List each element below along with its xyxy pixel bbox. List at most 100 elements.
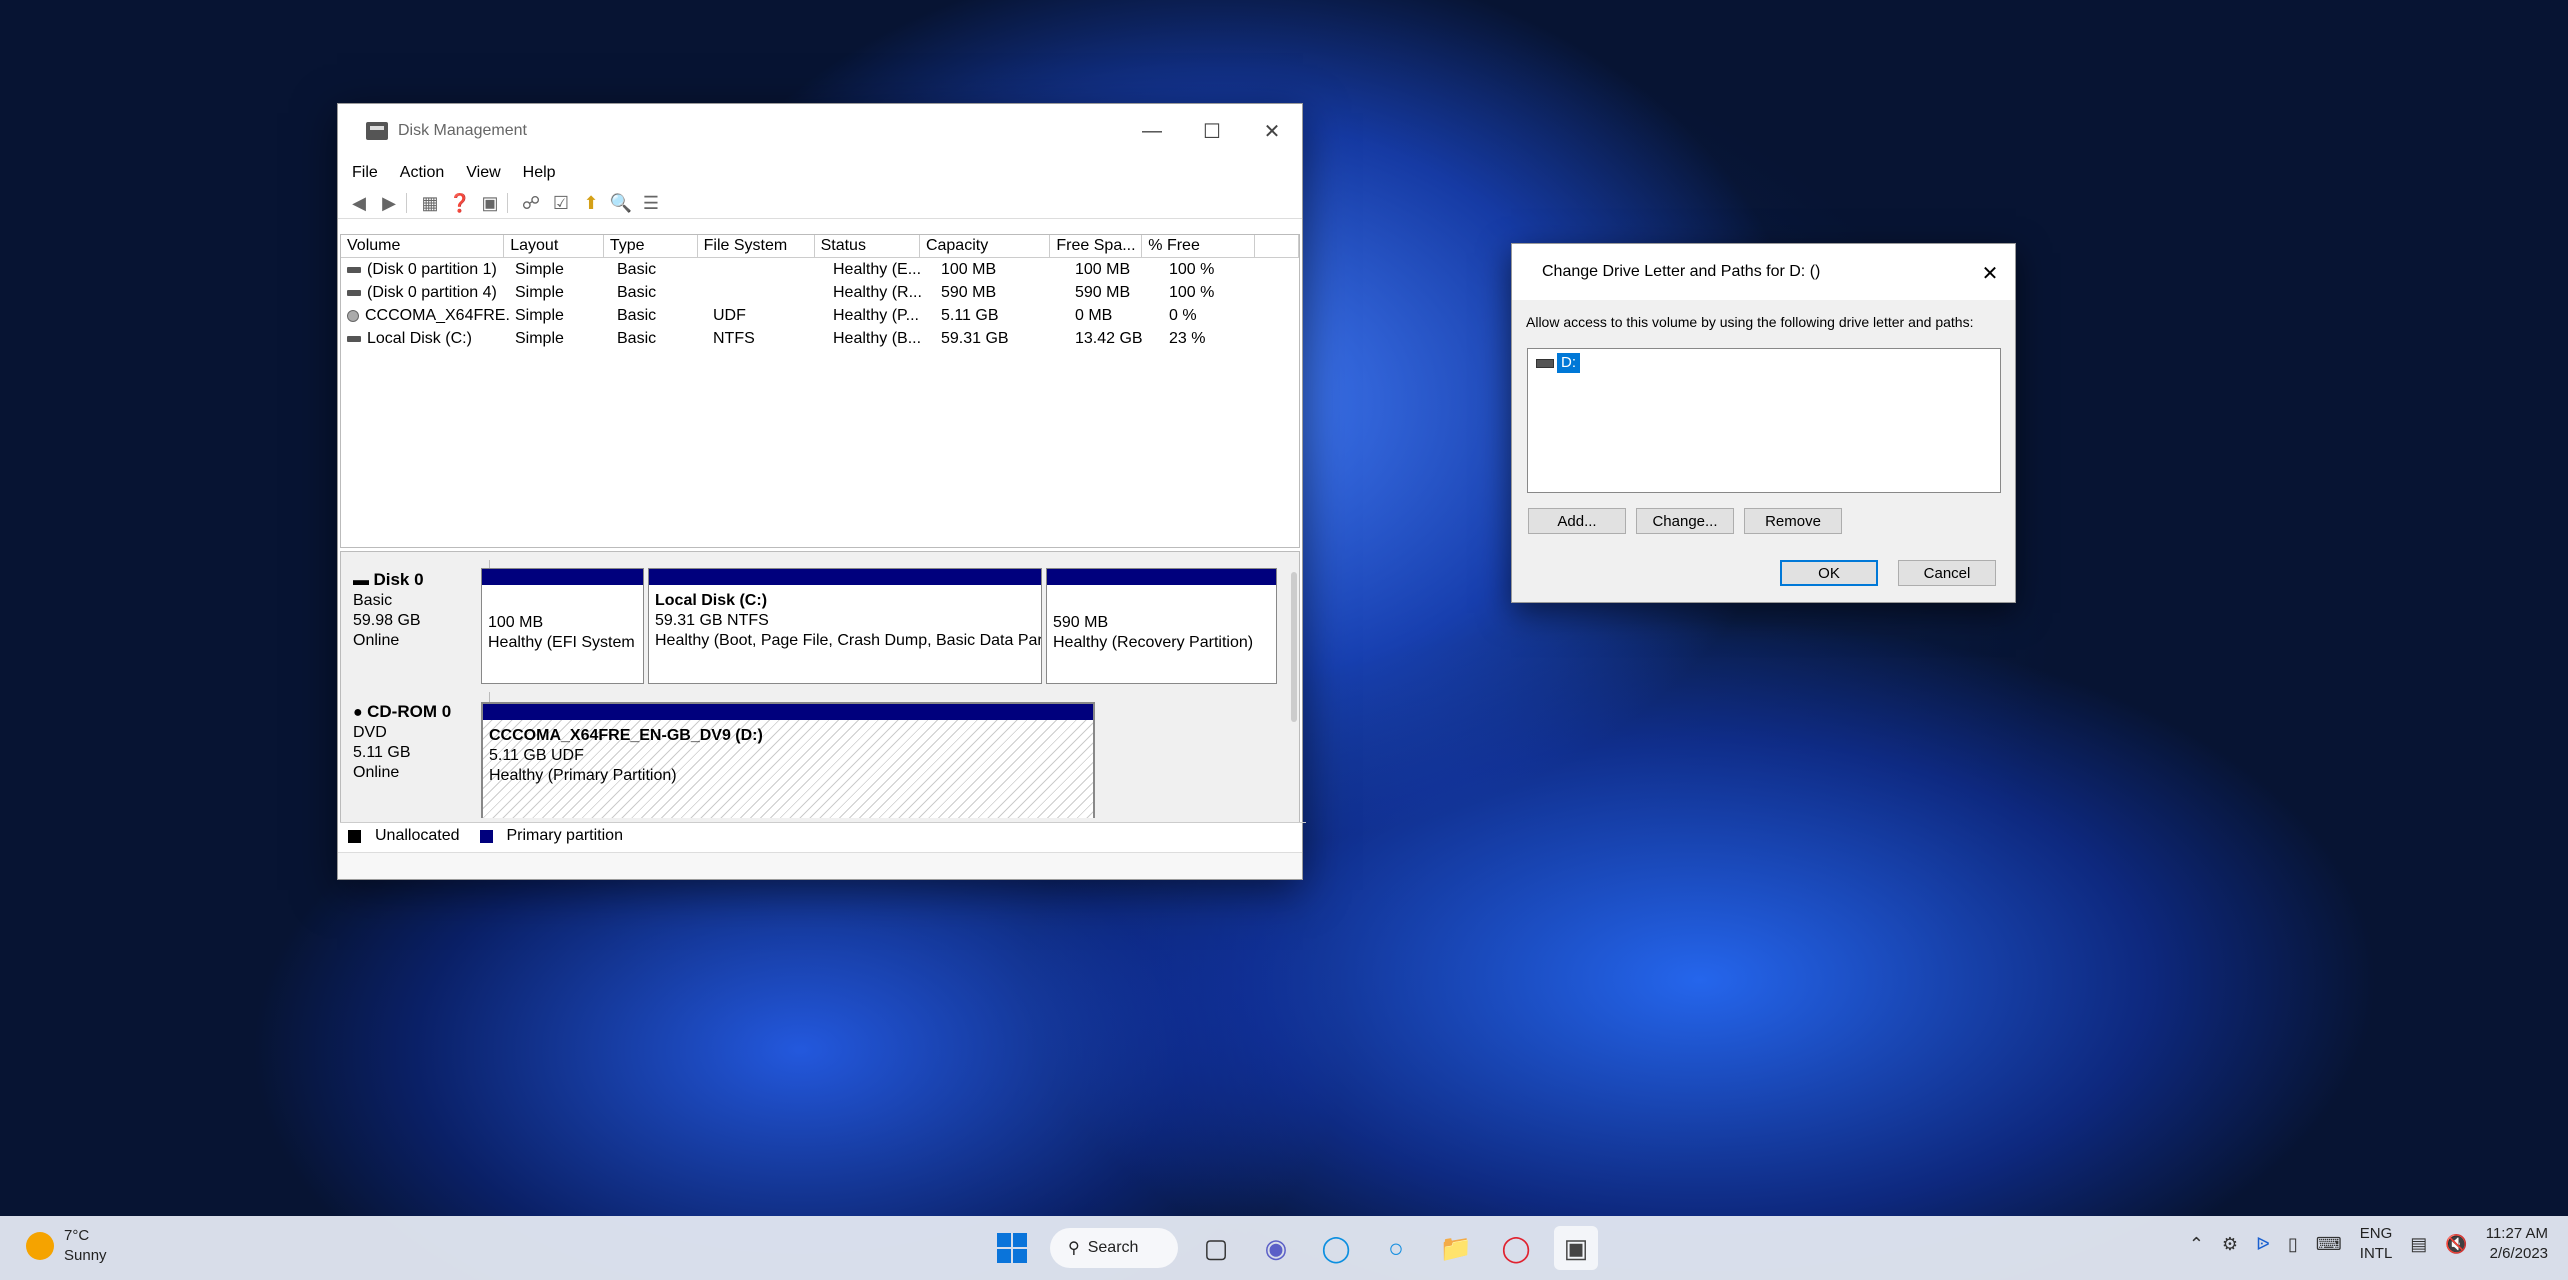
cortana-icon[interactable]: ○ xyxy=(1374,1226,1418,1270)
cell-free: 13.42 GB xyxy=(1075,330,1143,347)
disk-state: Online xyxy=(353,764,400,781)
column-empty xyxy=(1255,235,1300,257)
column-percent-free[interactable]: % Free xyxy=(1142,235,1256,257)
table-row[interactable]: (Disk 0 partition 4) Simple Basic Health… xyxy=(341,281,1299,304)
partition-local-disk-c[interactable]: Local Disk (C:) 59.31 GB NTFS Healthy (B… xyxy=(648,568,1042,684)
start-button[interactable] xyxy=(990,1226,1034,1270)
partition-recovery[interactable]: 590 MB Healthy (Recovery Partition) xyxy=(1046,568,1277,684)
file-explorer-icon[interactable]: 📁 xyxy=(1434,1226,1478,1270)
language-indicator[interactable]: ENG INTL xyxy=(2360,1224,2393,1264)
cell-fs: UDF xyxy=(713,307,746,324)
cd-drive-icon xyxy=(347,309,359,322)
keyboard-icon[interactable]: ⌨ xyxy=(2316,1234,2342,1255)
disk-size: 5.11 GB xyxy=(353,744,411,761)
disk-size: 59.98 GB xyxy=(353,612,421,629)
folder-up-icon[interactable]: ⬆ xyxy=(578,191,604,215)
back-icon[interactable]: ◀ xyxy=(346,191,372,215)
cell-free: 0 MB xyxy=(1075,307,1113,324)
help-icon[interactable]: ❓ xyxy=(447,191,473,215)
windows-logo-icon xyxy=(997,1233,1027,1263)
forward-icon[interactable]: ▶ xyxy=(376,191,402,215)
settings-list-icon[interactable]: ☰ xyxy=(638,191,664,215)
maximize-button[interactable]: ☐ xyxy=(1182,104,1242,158)
remove-button[interactable]: Remove xyxy=(1744,508,1842,534)
column-type[interactable]: Type xyxy=(604,235,698,257)
partition-size: 59.31 GB NTFS xyxy=(655,612,769,629)
lang-secondary: INTL xyxy=(2359,1245,2393,1262)
partition-cdrom-d[interactable]: CCCOMA_X64FRE_EN-GB_DV9 (D:) 5.11 GB UDF… xyxy=(481,702,1095,818)
volume-muted-icon[interactable]: 🔇 xyxy=(2445,1234,2467,1255)
menu-bar: File Action View Help xyxy=(338,158,1302,188)
column-status[interactable]: Status xyxy=(815,235,920,257)
add-button[interactable]: Add... xyxy=(1528,508,1626,534)
partition-status: Healthy (Boot, Page File, Crash Dump, Ba… xyxy=(655,632,1041,649)
table-row[interactable]: Local Disk (C:) Simple Basic NTFS Health… xyxy=(341,327,1299,350)
cell-free: 590 MB xyxy=(1075,284,1131,301)
task-view-icon[interactable]: ▢ xyxy=(1194,1226,1238,1270)
menu-file[interactable]: File xyxy=(352,164,378,182)
chevron-up-icon[interactable]: ⌃ xyxy=(2189,1234,2204,1255)
cell-type: Basic xyxy=(617,330,657,347)
dialog-titlebar[interactable]: Change Drive Letter and Paths for D: () … xyxy=(1512,244,2015,300)
menu-action[interactable]: Action xyxy=(400,164,444,182)
taskbar-search[interactable]: ⚲ Search xyxy=(1050,1228,1178,1268)
view-list-icon[interactable]: ▦ xyxy=(417,191,443,215)
edge-icon[interactable]: ◯ xyxy=(1314,1226,1358,1270)
dialog-prompt: Allow access to this volume by using the… xyxy=(1526,314,1974,330)
column-volume[interactable]: Volume xyxy=(341,235,505,257)
toolbar: ◀ ▶ ▦ ❓ ▣ ☍ ☑ ⬆ 🔍 ☰ xyxy=(338,188,1302,219)
partition-efi[interactable]: 100 MB Healthy (EFI System xyxy=(481,568,644,684)
properties-icon[interactable]: ▣ xyxy=(477,191,503,215)
cancel-button[interactable]: Cancel xyxy=(1898,560,1996,586)
bluetooth-icon[interactable]: ᐉ xyxy=(2256,1234,2270,1255)
search-folder-icon[interactable]: 🔍 xyxy=(608,191,634,215)
vertical-scrollbar[interactable] xyxy=(1291,572,1297,722)
clock[interactable]: 11:27 AM 2/6/2023 xyxy=(2486,1224,2548,1264)
clock-time: 11:27 AM xyxy=(2485,1225,2548,1242)
connect-icon[interactable]: ☍ xyxy=(518,191,544,215)
cell-volume: (Disk 0 partition 1) xyxy=(367,261,497,278)
change-button[interactable]: Change... xyxy=(1636,508,1734,534)
partition-bar xyxy=(1047,569,1276,585)
toolbar-separator xyxy=(507,193,514,213)
menu-view[interactable]: View xyxy=(466,164,500,182)
window-titlebar[interactable]: Disk Management — ☐ ✕ xyxy=(338,104,1302,158)
column-file-system[interactable]: File System xyxy=(698,235,815,257)
disk-name: CD-ROM 0 xyxy=(367,702,452,721)
column-capacity[interactable]: Capacity xyxy=(920,235,1051,257)
column-free-space[interactable]: Free Spa... xyxy=(1050,235,1143,257)
ok-button[interactable]: OK xyxy=(1780,560,1878,586)
drive-path-list[interactable]: D: xyxy=(1527,348,2001,493)
cell-type: Basic xyxy=(617,307,657,324)
check-icon[interactable]: ☑ xyxy=(548,191,574,215)
close-button[interactable]: ✕ xyxy=(1242,104,1302,158)
cell-capacity: 590 MB xyxy=(941,284,997,301)
cell-pct: 0 % xyxy=(1169,307,1197,324)
opera-icon[interactable]: ◯ xyxy=(1494,1226,1538,1270)
partition-name: Local Disk (C:) xyxy=(655,592,768,609)
table-row[interactable]: CCCOMA_X64FRE... Simple Basic UDF Health… xyxy=(341,304,1299,327)
usb-icon[interactable]: ▯ xyxy=(2288,1234,2298,1255)
disk-label[interactable]: ▬ Disk 0 Basic 59.98 GB Online xyxy=(341,560,490,684)
dialog-close-button[interactable]: ✕ xyxy=(1975,258,2005,288)
column-layout[interactable]: Layout xyxy=(504,235,604,257)
menu-help[interactable]: Help xyxy=(523,164,556,182)
minimize-button[interactable]: — xyxy=(1122,104,1182,158)
cell-free: 100 MB xyxy=(1075,261,1131,278)
sun-icon xyxy=(26,1232,54,1260)
disk-label[interactable]: ● CD-ROM 0 DVD 5.11 GB Online xyxy=(341,692,490,818)
system-tray: ⌃ ⚙ ᐉ ▯ ⌨ ENG INTL ▤ 🔇 11:27 AM 2/6/2023 xyxy=(2189,1224,2548,1264)
table-row[interactable]: (Disk 0 partition 1) Simple Basic Health… xyxy=(341,258,1299,281)
weather-widget[interactable]: 7°C Sunny xyxy=(26,1226,107,1266)
weather-temp: 7°C xyxy=(64,1227,90,1244)
lang-primary: ENG xyxy=(2359,1225,2393,1242)
change-drive-letter-dialog: Change Drive Letter and Paths for D: () … xyxy=(1511,243,2016,603)
disk-management-taskbar-icon[interactable]: ▣ xyxy=(1554,1226,1598,1270)
network-icon[interactable]: ▤ xyxy=(2410,1234,2427,1255)
app-tray-icon[interactable]: ⚙ xyxy=(2222,1234,2238,1255)
unallocated-swatch xyxy=(348,829,361,843)
drive-letter-label: D: xyxy=(1557,353,1580,373)
status-bar xyxy=(338,852,1302,879)
chat-icon[interactable]: ◉ xyxy=(1254,1226,1298,1270)
list-item[interactable]: D: xyxy=(1536,353,1580,373)
